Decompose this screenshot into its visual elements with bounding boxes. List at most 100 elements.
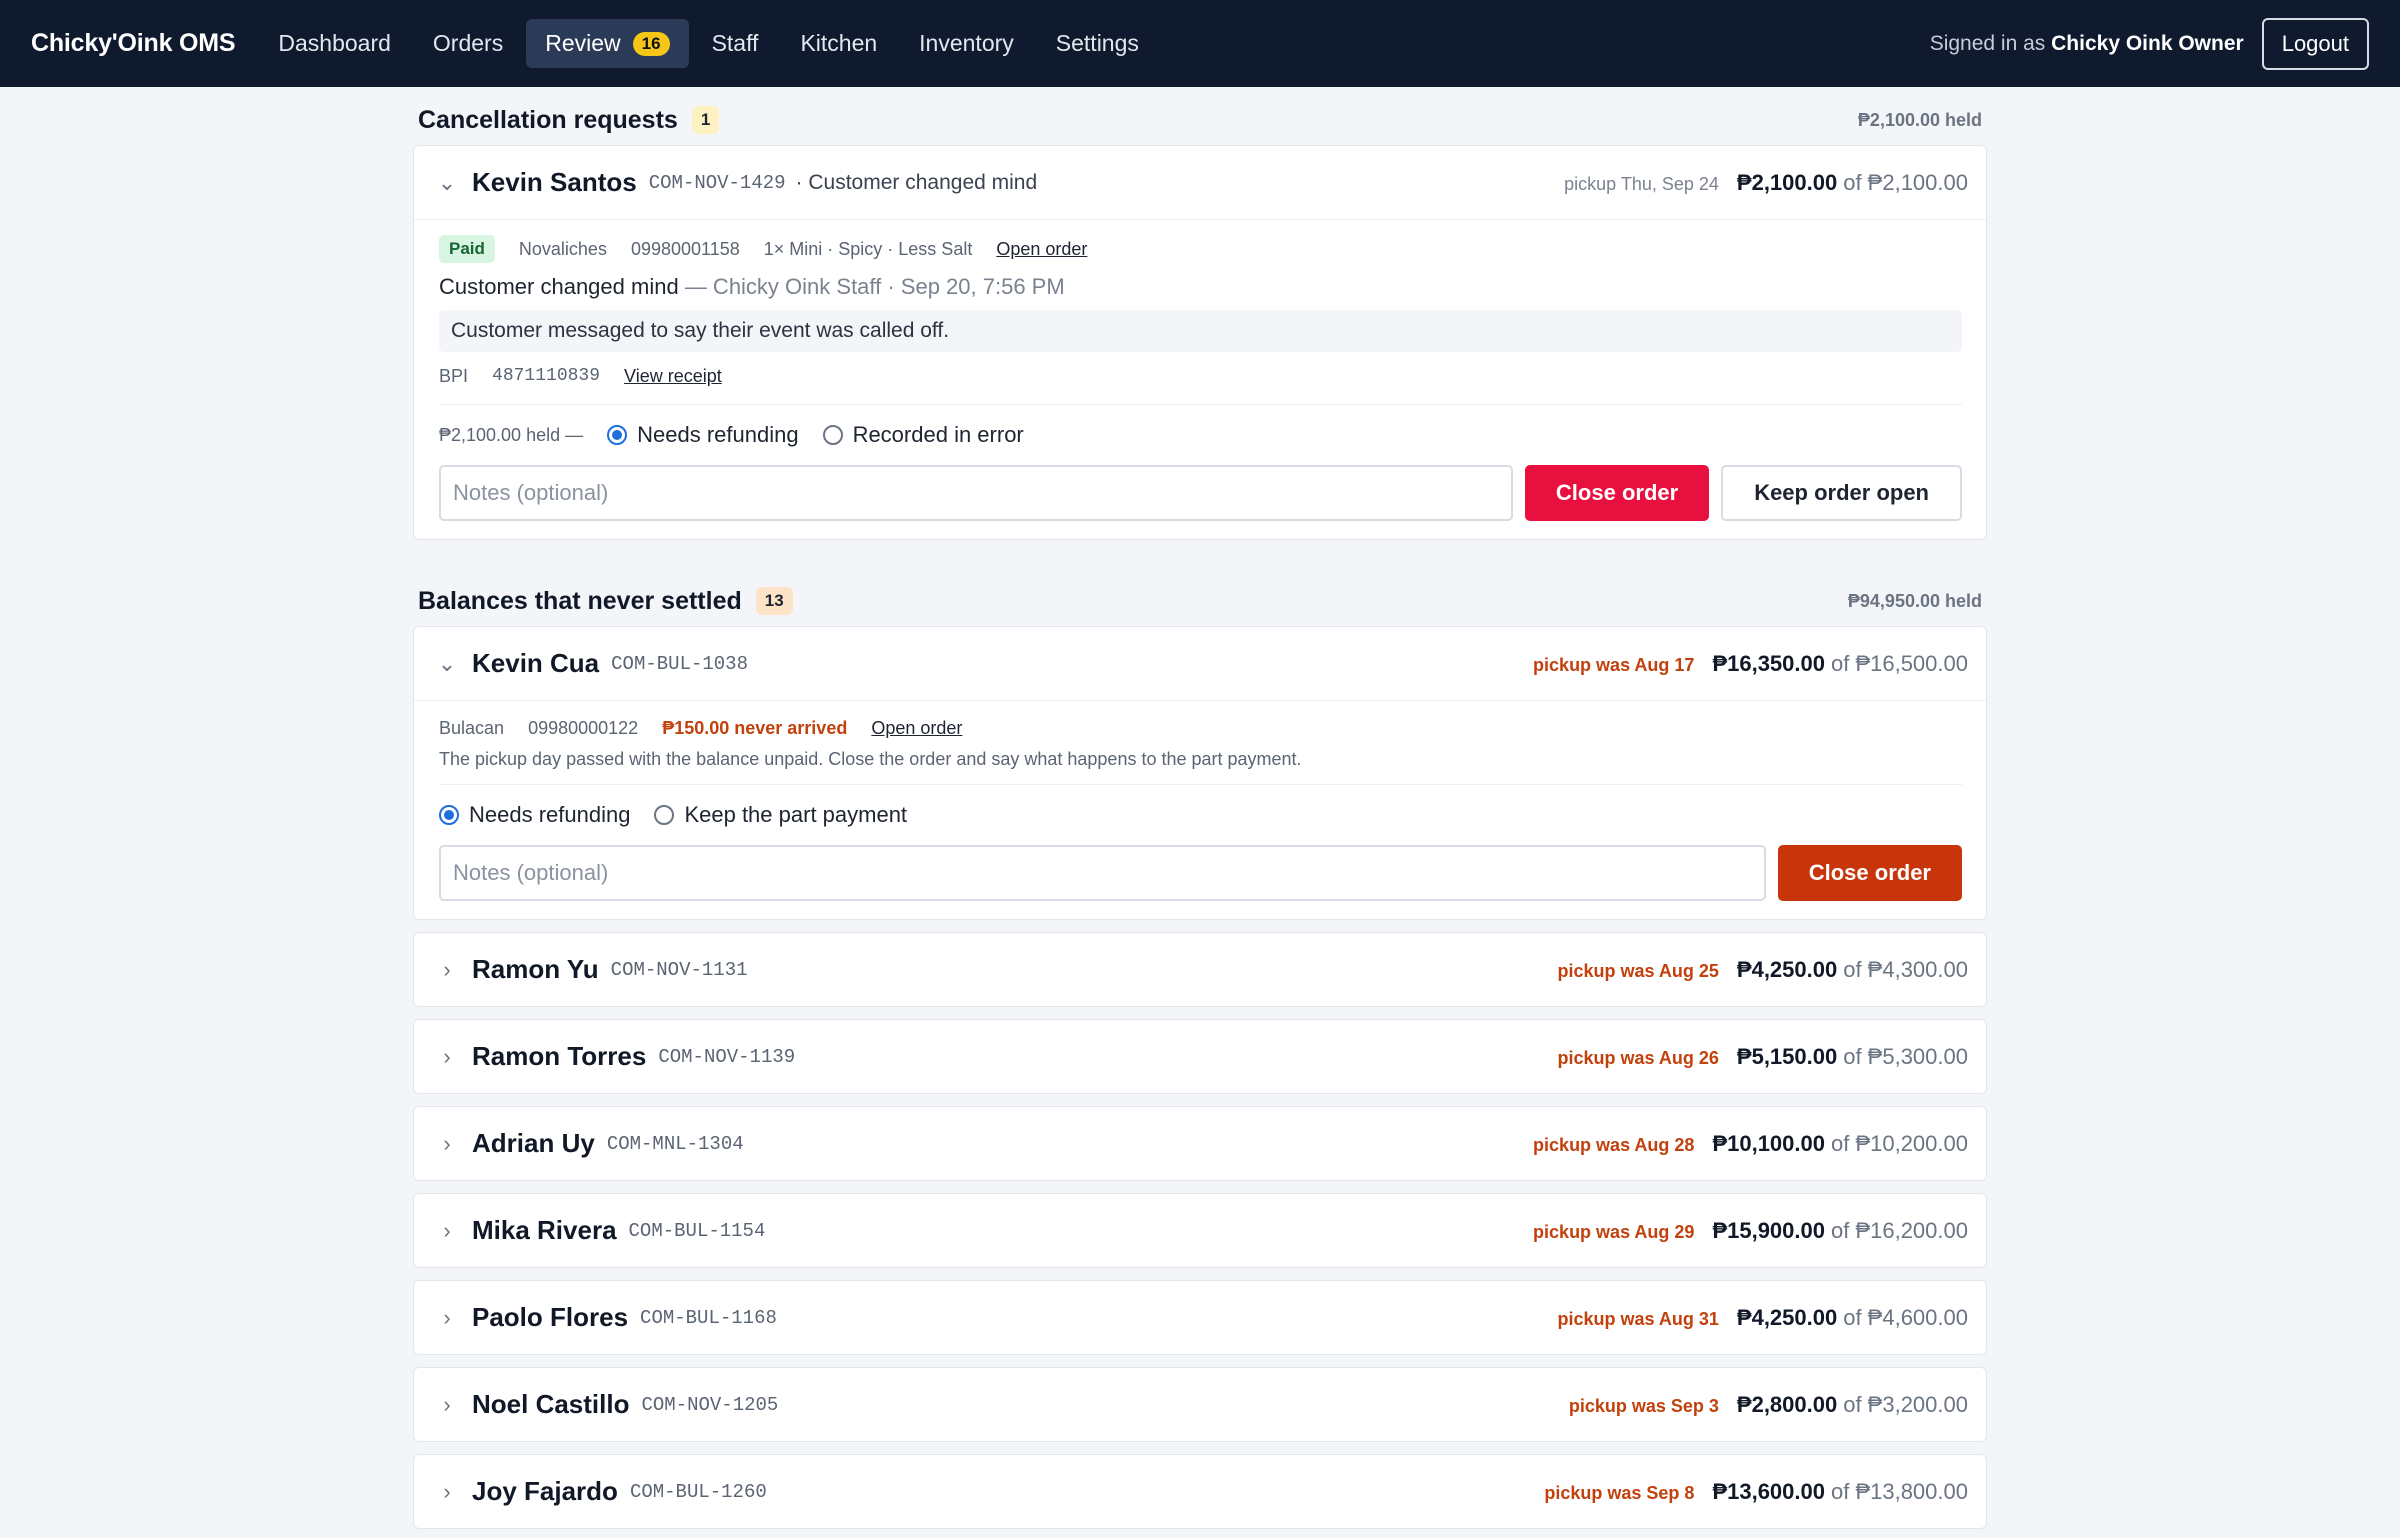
- nav-kitchen[interactable]: Kitchen: [781, 19, 896, 68]
- balance-card-header[interactable]: › Ramon Yu COM-NOV-1131 pickup was Aug 25 ₱4…: [414, 933, 1986, 1006]
- total-amount: of ₱13,800.00: [1830, 1478, 1968, 1504]
- phone-number: 09980001158: [630, 238, 740, 259]
- held-amount-label: ₱2,100.00 held —: [439, 424, 584, 445]
- balance-card-collapsed[interactable]: › Ramon Torres COM-NOV-1139 pickup was Aug …: [413, 1019, 1987, 1094]
- radio-selected-icon[interactable]: [439, 805, 459, 825]
- balance-card-header[interactable]: › Ramon Torres COM-NOV-1139 pickup was Aug …: [414, 1020, 1986, 1093]
- balances-held-total: ₱94,950.00 held: [1847, 590, 1982, 611]
- cancellation-action-row: Close order Keep order open: [439, 465, 1962, 521]
- pickup-date: pickup was Aug 17: [1533, 654, 1695, 675]
- notes-input[interactable]: [439, 845, 1766, 901]
- cancellation-title: Cancellation requests: [418, 105, 678, 134]
- balance-card-collapsed[interactable]: › Noel Castillo COM-NOV-1205 pickup was Sep…: [413, 1367, 1987, 1442]
- balance-card-header[interactable]: › Mika Rivera COM-BUL-1154 pickup was Aug 2…: [414, 1194, 1986, 1267]
- chevron-right-icon[interactable]: ›: [436, 1305, 458, 1331]
- close-order-button[interactable]: Close order: [1524, 465, 1710, 521]
- balance-card-collapsed[interactable]: › Joy Fajardo COM-BUL-1260 pickup was Sep 8…: [413, 1454, 1987, 1529]
- total-amount: of ₱10,200.00: [1830, 1130, 1968, 1156]
- nav-inventory[interactable]: Inventory: [900, 19, 1033, 68]
- order-code: COM-NOV-1131: [610, 958, 748, 981]
- order-amount-group: pickup was Aug 28 ₱10,100.00 of ₱10,200.00: [1533, 1131, 1968, 1157]
- total-amount: of ₱5,300.00: [1843, 1043, 1968, 1069]
- nav-settings[interactable]: Settings: [1037, 19, 1158, 68]
- nav-dashboard[interactable]: Dashboard: [259, 19, 410, 68]
- view-receipt-link[interactable]: View receipt: [624, 366, 722, 387]
- chevron-right-icon[interactable]: ›: [436, 1044, 458, 1070]
- balances-section-header: Balances that never settled 13 ₱94,950.0…: [413, 576, 1987, 626]
- needs-refunding-label: Needs refunding: [469, 802, 631, 827]
- balance-card-header[interactable]: ⌄ Kevin Cua COM-BUL-1038 pickup was Aug …: [414, 627, 1986, 700]
- total-amount: of ₱2,100.00: [1843, 169, 1968, 195]
- cancellation-section: Cancellation requests 1 ₱2,100.00 held ⌄…: [413, 95, 1987, 540]
- nav-orders[interactable]: Orders: [414, 19, 522, 68]
- chevron-right-icon[interactable]: ›: [436, 1392, 458, 1418]
- order-amount-group: pickup Thu, Sep 24 ₱2,100.00 of ₱2,100.0…: [1564, 170, 1968, 196]
- phone-number: 09980000122: [528, 717, 639, 738]
- balances-title: Balances that never settled: [418, 586, 742, 615]
- brand-logo[interactable]: Chicky'Oink OMS: [31, 29, 236, 58]
- balance-card-header[interactable]: › Joy Fajardo COM-BUL-1260 pickup was Sep 8…: [414, 1455, 1986, 1528]
- top-navbar: Chicky'Oink OMS Dashboard Orders Review 1…: [0, 0, 2400, 87]
- cancellation-section-header: Cancellation requests 1 ₱2,100.00 held: [413, 95, 1987, 145]
- customer-name: Kevin Santos: [472, 167, 637, 197]
- balance-card-collapsed[interactable]: › Paolo Flores COM-BUL-1168 pickup was Aug …: [413, 1280, 1987, 1355]
- cancel-reason-line: Customer changed mind — Chicky Oink Staf…: [439, 274, 1962, 304]
- balance-card-header[interactable]: › Noel Castillo COM-NOV-1205 pickup was Sep…: [414, 1368, 1986, 1441]
- nav-staff[interactable]: Staff: [693, 19, 778, 68]
- paid-amount: ₱10,100.00: [1712, 1130, 1825, 1156]
- total-amount: of ₱4,600.00: [1843, 1304, 1968, 1330]
- close-order-button[interactable]: Close order: [1777, 845, 1962, 901]
- cancel-reason-inline: · Customer changed mind: [795, 170, 1038, 194]
- chevron-down-icon[interactable]: ⌄: [436, 651, 458, 677]
- nav-inventory-label: Inventory: [919, 30, 1014, 56]
- balances-section: Balances that never settled 13 ₱94,950.0…: [413, 576, 1987, 1529]
- balance-card-collapsed[interactable]: › Adrian Uy COM-MNL-1304 pickup was Aug 28 ₱…: [413, 1106, 1987, 1181]
- order-amount-group: pickup was Sep 8 ₱13,600.00 of ₱13,800.00: [1544, 1479, 1968, 1505]
- chevron-right-icon[interactable]: ›: [436, 1131, 458, 1157]
- total-amount: of ₱4,300.00: [1843, 956, 1968, 982]
- order-amount-group: pickup was Aug 31 ₱4,250.00 of ₱4,600.00: [1558, 1305, 1968, 1331]
- balance-card-header[interactable]: › Paolo Flores COM-BUL-1168 pickup was Aug …: [414, 1281, 1986, 1354]
- notes-input[interactable]: [439, 465, 1513, 521]
- unpaid-balance-note: ₱150.00 never arrived: [662, 717, 848, 738]
- customer-name: Kevin Cua: [472, 648, 600, 678]
- chevron-down-icon[interactable]: ⌄: [436, 170, 458, 196]
- signed-in-user: Chicky Oink Owner: [2051, 31, 2244, 55]
- needs-refunding-option[interactable]: Needs refunding: [607, 422, 799, 448]
- order-amount-group: pickup was Aug 17 ₱16,350.00 of ₱16,500.…: [1533, 651, 1968, 677]
- nav-settings-label: Settings: [1055, 30, 1139, 56]
- keep-part-payment-option[interactable]: Keep the part payment: [654, 802, 907, 828]
- chevron-right-icon[interactable]: ›: [436, 957, 458, 983]
- chevron-right-icon[interactable]: ›: [436, 1218, 458, 1244]
- cancellation-card-header[interactable]: ⌄ Kevin Santos COM-NOV-1429 · Customer c…: [414, 146, 1986, 219]
- branch-name: Bulacan: [439, 717, 505, 738]
- keep-order-open-button[interactable]: Keep order open: [1721, 465, 1962, 521]
- radio-empty-icon[interactable]: [822, 425, 843, 445]
- radio-selected-icon[interactable]: [607, 425, 628, 445]
- customer-message: Customer messaged to say their event was…: [439, 310, 1962, 352]
- order-code: COM-BUL-1168: [640, 1306, 777, 1329]
- balance-rows-list: › Ramon Yu COM-NOV-1131 pickup was Aug 25 ₱4…: [413, 932, 1987, 1529]
- paid-amount: ₱13,600.00: [1712, 1478, 1825, 1504]
- pickup-date: pickup was Sep 8: [1544, 1482, 1695, 1503]
- balance-action-row: Close order: [439, 845, 1962, 901]
- customer-name: Ramon Torres: [472, 1041, 647, 1071]
- order-code: COM-MNL-1304: [606, 1132, 744, 1155]
- cancellation-count-badge: 1: [691, 106, 720, 134]
- customer-name: Noel Castillo: [472, 1389, 630, 1419]
- nav-review[interactable]: Review 16: [526, 19, 689, 68]
- logout-button[interactable]: Logout: [2261, 17, 2369, 70]
- payment-reference: 4871110839: [492, 366, 601, 386]
- open-order-link[interactable]: Open order: [871, 718, 962, 739]
- keep-part-payment-label: Keep the part payment: [684, 802, 908, 827]
- cancellation-held-total: ₱2,100.00 held: [1857, 109, 1982, 130]
- radio-empty-icon[interactable]: [654, 805, 675, 825]
- balance-card-collapsed[interactable]: › Mika Rivera COM-BUL-1154 pickup was Aug 2…: [413, 1193, 1987, 1268]
- balance-explanation: The pickup day passed with the balance u…: [439, 749, 1302, 769]
- chevron-right-icon[interactable]: ›: [436, 1479, 458, 1505]
- recorded-in-error-option[interactable]: Recorded in error: [822, 422, 1024, 448]
- open-order-link[interactable]: Open order: [996, 239, 1087, 260]
- needs-refunding-option[interactable]: Needs refunding: [439, 802, 630, 828]
- balance-card-header[interactable]: › Adrian Uy COM-MNL-1304 pickup was Aug 28 ₱…: [414, 1107, 1986, 1180]
- balance-card-collapsed[interactable]: › Ramon Yu COM-NOV-1131 pickup was Aug 25 ₱4…: [413, 932, 1987, 1007]
